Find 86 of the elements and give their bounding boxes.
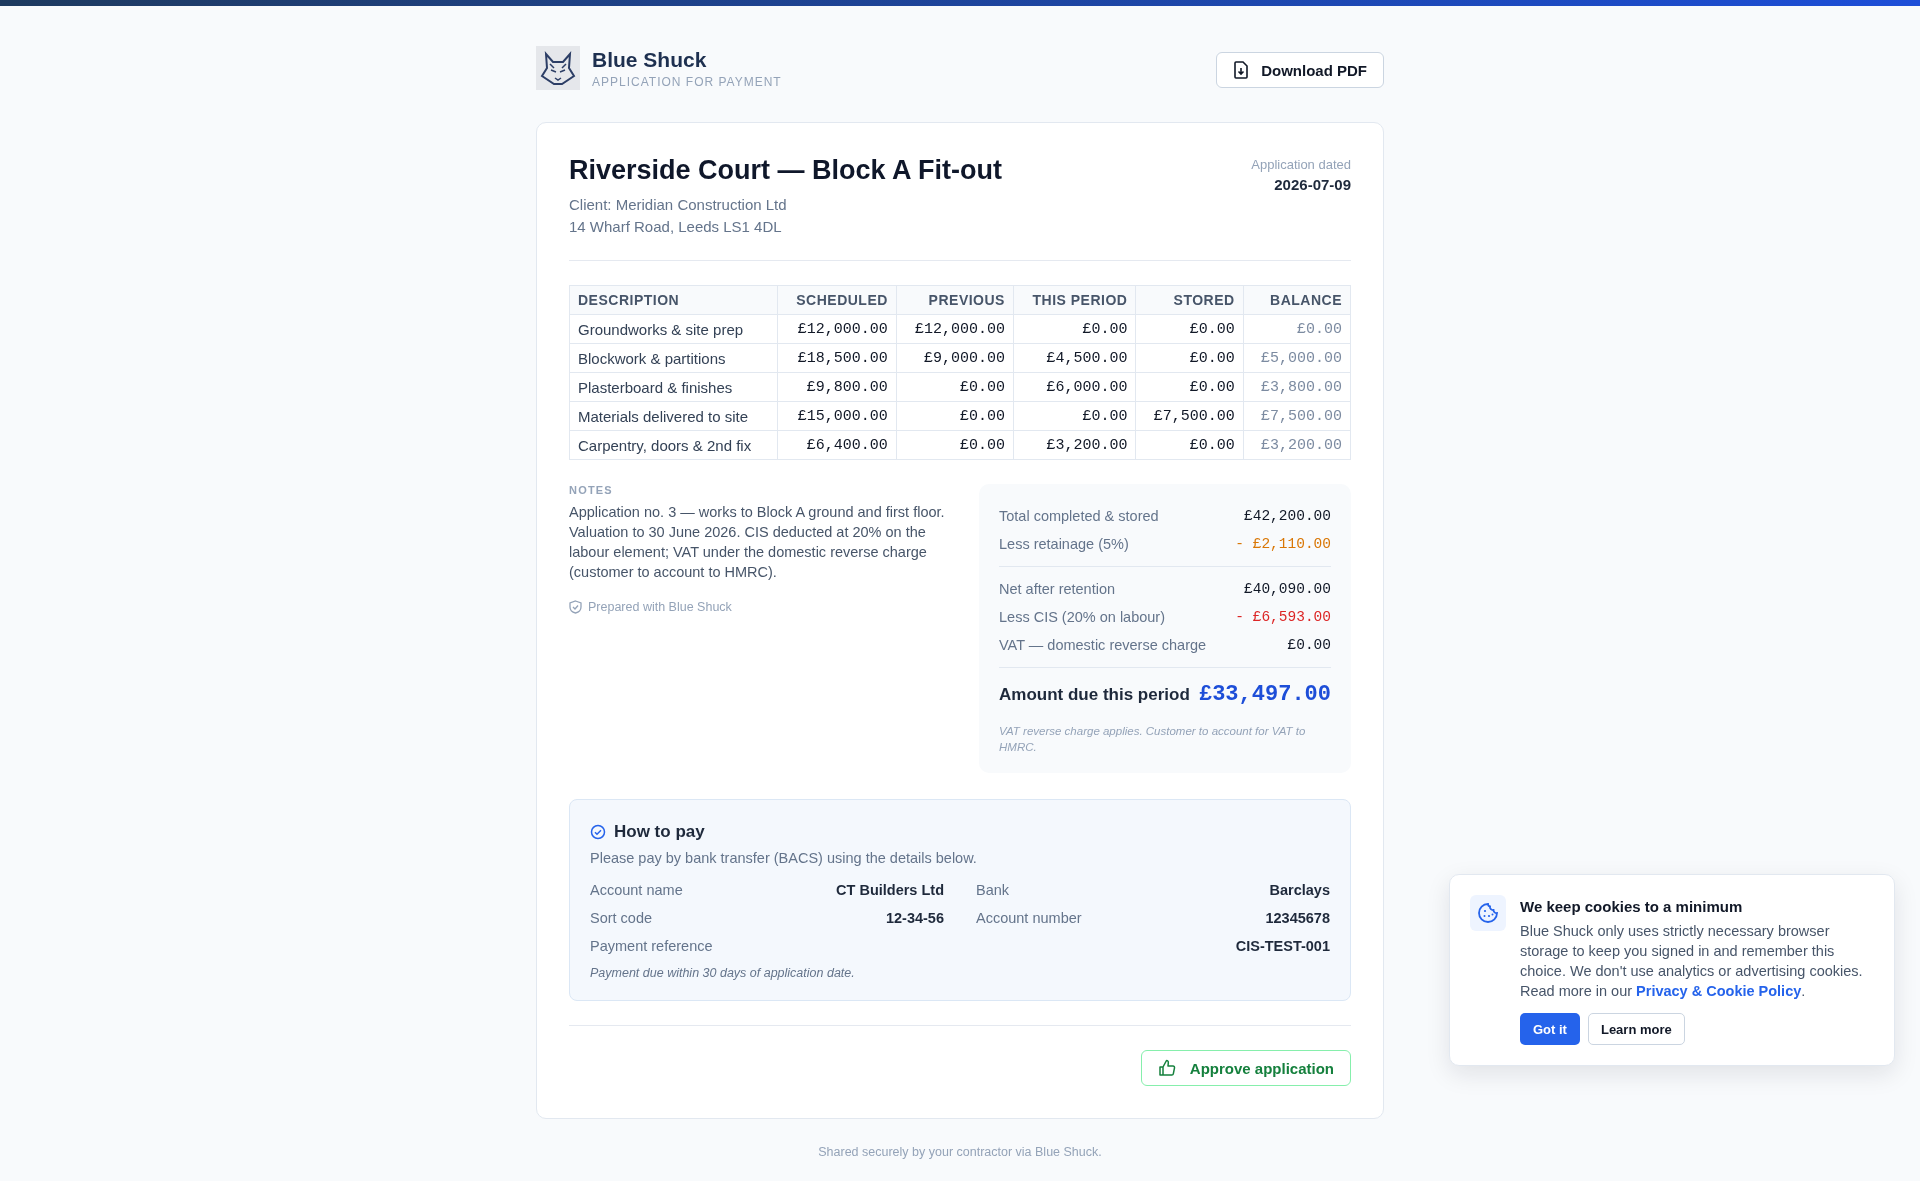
notes-heading: NOTES	[569, 484, 614, 496]
how-to-pay-title: How to pay	[614, 822, 705, 842]
cookie-text: Blue Shuck only uses strictly necessary browser storage to keep you signed in and remember this choice. We don't use analytics or advertising cookies. Read more in our Privacy & Cookie Policy.	[1520, 922, 1864, 1001]
detail-value: CT Builders Ltd	[836, 882, 944, 898]
table-cell: Groundworks & site prep	[569, 314, 778, 344]
approve-application-button[interactable]: Approve application	[1140, 1050, 1351, 1086]
table-cell: £12,000.00	[777, 314, 897, 344]
table-cell: Plasterboard & finishes	[569, 372, 778, 402]
table-cell: Materials delivered to site	[569, 401, 778, 431]
detail-label: Sort code	[590, 910, 653, 926]
summary-label: Total completed & stored	[999, 508, 1159, 524]
detail-value: Barclays	[1269, 882, 1330, 898]
table-cell: £9,800.00	[777, 372, 897, 402]
detail-label: Bank	[976, 882, 1010, 898]
column-header: BALANCE	[1243, 285, 1351, 315]
table-cell: £0.00	[1135, 343, 1244, 373]
table-cell: £7,500.00	[1135, 401, 1244, 431]
badge-check-icon	[590, 824, 606, 840]
table-cell: £3,200.00	[1013, 430, 1136, 460]
table-cell: £6,400.00	[777, 430, 897, 460]
application-date: 2026-07-09	[1273, 176, 1351, 193]
client-name: Client: Meridian Construction Ltd	[569, 195, 788, 215]
table-cell: £0.00	[1013, 401, 1136, 431]
shield-check-icon	[569, 600, 582, 614]
table-cell: £6,000.00	[1013, 372, 1136, 402]
wolf-logo-icon	[536, 46, 580, 90]
table-cell: £0.00	[1135, 314, 1244, 344]
column-header: SCHEDULED	[777, 285, 897, 315]
detail-label: Payment reference	[590, 938, 713, 954]
column-header: THIS PERIOD	[1013, 285, 1136, 315]
download-pdf-button[interactable]: Download PDF	[1216, 52, 1384, 88]
table-cell: £15,000.00	[777, 401, 897, 431]
table-cell: £7,500.00	[1243, 401, 1351, 431]
table-cell: Carpentry, doors & 2nd fix	[569, 430, 778, 460]
table-cell: £3,800.00	[1243, 372, 1351, 402]
summary-amount: £0.00	[1287, 637, 1331, 653]
summary-label: Less CIS (20% on labour)	[999, 609, 1166, 625]
table-cell: £0.00	[1013, 314, 1136, 344]
detail-label: Account name	[590, 882, 683, 898]
learn-more-button[interactable]: Learn more	[1587, 1013, 1685, 1045]
amount-due-label: Amount due this period	[999, 684, 1190, 705]
table-cell: £4,500.00	[1013, 343, 1136, 373]
table-cell: £9,000.00	[896, 343, 1014, 373]
cookie-title: We keep cookies to a minimum	[1520, 898, 1744, 915]
how-to-pay-intro: Please pay by bank transfer (BACS) using the details below.	[590, 850, 978, 866]
table-cell: £3,200.00	[1243, 430, 1351, 460]
column-header: STORED	[1135, 285, 1244, 315]
thumbs-up-icon	[1157, 1059, 1176, 1077]
summary-amount: £40,090.00	[1244, 581, 1331, 597]
summary-footnote: VAT reverse charge applies. Customer to account for VAT to HMRC.	[999, 724, 1307, 755]
summary-amount: - £6,593.00	[1235, 609, 1331, 625]
table-cell: £0.00	[896, 372, 1014, 402]
summary-amount: - £2,110.00	[1235, 536, 1331, 552]
brand-subtitle: APPLICATION FOR PAYMENT	[592, 74, 782, 89]
table-cell: £18,500.00	[777, 343, 897, 373]
table-cell: £0.00	[1135, 430, 1244, 460]
detail-value: 12-34-56	[885, 910, 944, 926]
client-address: 14 Wharf Road, Leeds LS1 4DL	[569, 217, 783, 237]
summary-amount: £42,200.00	[1244, 508, 1331, 524]
date-label: Application dated	[1251, 157, 1351, 172]
notes-text: Application no. 3 — works to Block A ground and first floor. Valuation to 30 June 2026. CIS deducted at 20% on the labour element; VAT under the domestic reverse charge (customer to account to HMRC).	[569, 503, 946, 582]
project-title: Riverside Court — Block A Fit-out	[569, 155, 1003, 186]
summary-label: Net after retention	[999, 581, 1116, 597]
table-cell: £0.00	[1135, 372, 1244, 402]
table-cell: £0.00	[1243, 314, 1351, 344]
table-cell: £0.00	[896, 430, 1014, 460]
summary-label: VAT — domestic reverse charge	[999, 637, 1207, 653]
footer-text: Shared securely by your contractor via Blue Shuck.	[817, 1145, 1103, 1159]
table-cell: £0.00	[896, 401, 1014, 431]
column-header: PREVIOUS	[896, 285, 1014, 315]
privacy-policy-link[interactable]: Privacy & Cookie Policy	[1636, 983, 1802, 999]
payment-due-note: Payment due within 30 days of application date.	[590, 966, 856, 980]
brand-name: Blue Shuck	[592, 47, 708, 72]
amount-due-value: £33,497.00	[1198, 682, 1331, 707]
summary-label: Less retainage (5%)	[999, 536, 1129, 552]
table-cell: Blockwork & partitions	[569, 343, 778, 373]
column-header: DESCRIPTION	[569, 285, 778, 315]
file-download-icon	[1233, 61, 1250, 79]
detail-value: CIS-TEST-001	[1235, 938, 1330, 954]
table-cell: £5,000.00	[1243, 343, 1351, 373]
cookie-icon	[1470, 895, 1506, 931]
table-cell: £12,000.00	[896, 314, 1014, 344]
detail-label: Account number	[976, 910, 1082, 926]
prepared-with-text: Prepared with Blue Shuck	[588, 600, 732, 614]
detail-value: 12345678	[1265, 910, 1330, 926]
got-it-button[interactable]: Got it	[1520, 1013, 1580, 1045]
